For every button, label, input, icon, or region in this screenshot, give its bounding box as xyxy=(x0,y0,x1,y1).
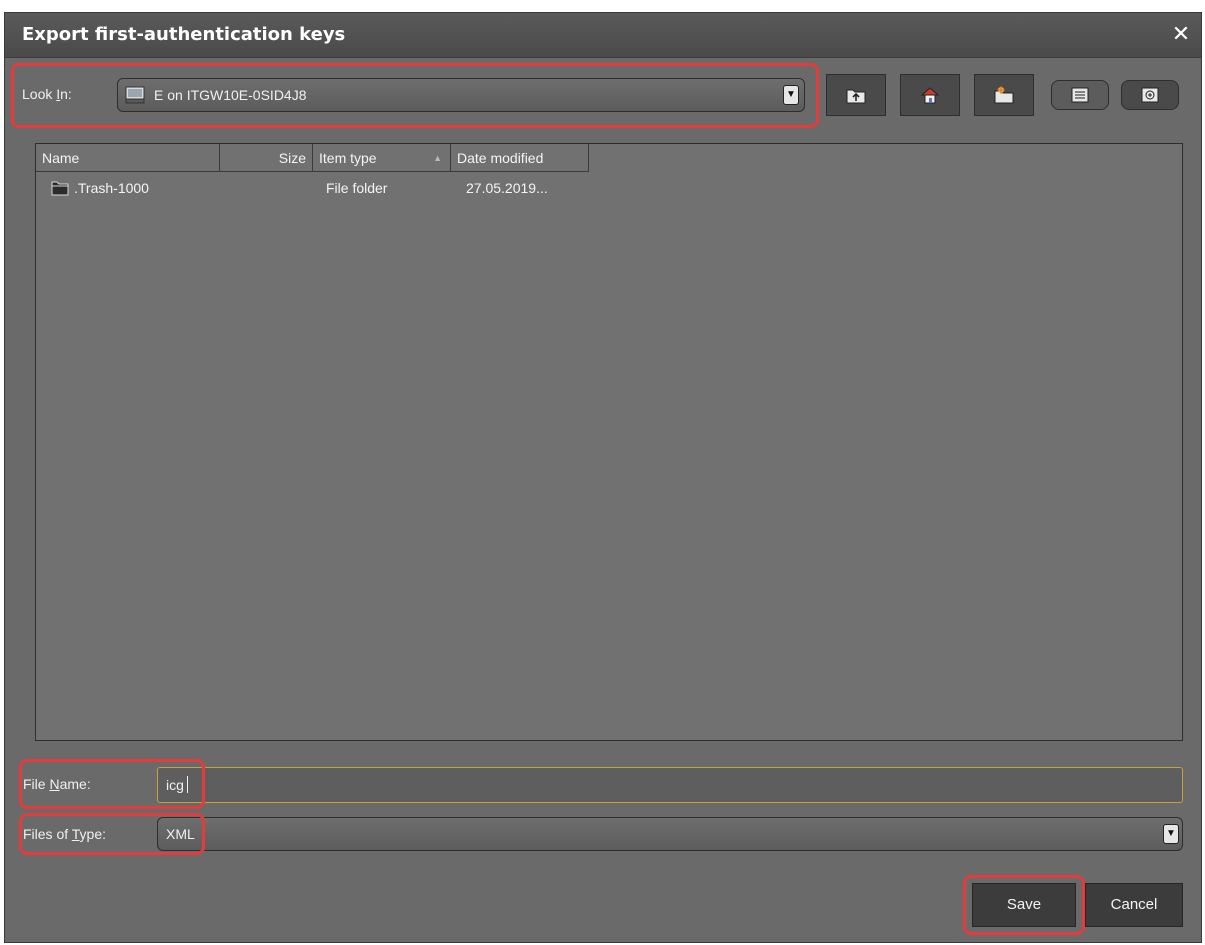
cancel-button[interactable]: Cancel xyxy=(1085,883,1183,927)
file-type-cell: File folder xyxy=(326,180,388,196)
column-header-size[interactable]: Size xyxy=(220,144,313,172)
home-icon xyxy=(920,87,940,104)
title-bar: Export first-authentication keys ✕ xyxy=(5,13,1201,58)
folder-icon xyxy=(51,181,69,196)
file-type-label: Files of Type: xyxy=(23,826,107,842)
list-view-button[interactable] xyxy=(1051,80,1109,110)
file-name-input[interactable]: icg xyxy=(157,767,1183,803)
column-header-date-modified[interactable]: Date modified xyxy=(451,144,589,172)
column-header-name[interactable]: Name xyxy=(36,144,220,172)
list-icon xyxy=(1071,87,1089,103)
file-date-cell: 27.05.2019... xyxy=(466,180,548,196)
file-name-label: File Name: xyxy=(23,776,91,792)
folder-up-icon xyxy=(846,89,866,104)
chevron-down-icon[interactable]: ▼ xyxy=(783,85,799,105)
file-name-value: icg xyxy=(166,777,184,793)
look-in-combobox[interactable]: E on ITGW10E-0SID4J8 ▼ xyxy=(117,78,805,112)
home-button[interactable] xyxy=(900,74,960,116)
column-header-item-type[interactable]: Item type ▲ xyxy=(313,144,451,172)
file-type-combobox[interactable]: XML ▼ xyxy=(157,817,1183,851)
file-list[interactable]: Name Size Item type ▲ Date modified .Tra… xyxy=(35,143,1183,741)
up-one-level-button[interactable] xyxy=(826,74,886,116)
column-header-item-type-label: Item type xyxy=(319,150,377,166)
chevron-down-icon[interactable]: ▼ xyxy=(1163,824,1179,844)
text-caret xyxy=(187,776,188,793)
look-in-value: E on ITGW10E-0SID4J8 xyxy=(154,87,307,103)
look-in-label: Look In: xyxy=(22,86,72,102)
details-view-button[interactable] xyxy=(1121,80,1179,110)
sort-ascending-icon: ▲ xyxy=(433,153,442,163)
close-icon[interactable]: ✕ xyxy=(1169,21,1193,47)
drive-icon xyxy=(125,86,145,104)
export-dialog: Export first-authentication keys ✕ Look … xyxy=(4,12,1202,943)
new-folder-icon xyxy=(994,86,1014,104)
file-type-value: XML xyxy=(166,826,195,842)
save-button[interactable]: Save xyxy=(972,883,1076,927)
dialog-title: Export first-authentication keys xyxy=(22,24,346,45)
file-name-cell: .Trash-1000 xyxy=(74,180,149,196)
new-folder-button[interactable] xyxy=(974,74,1034,116)
details-icon xyxy=(1141,87,1159,103)
